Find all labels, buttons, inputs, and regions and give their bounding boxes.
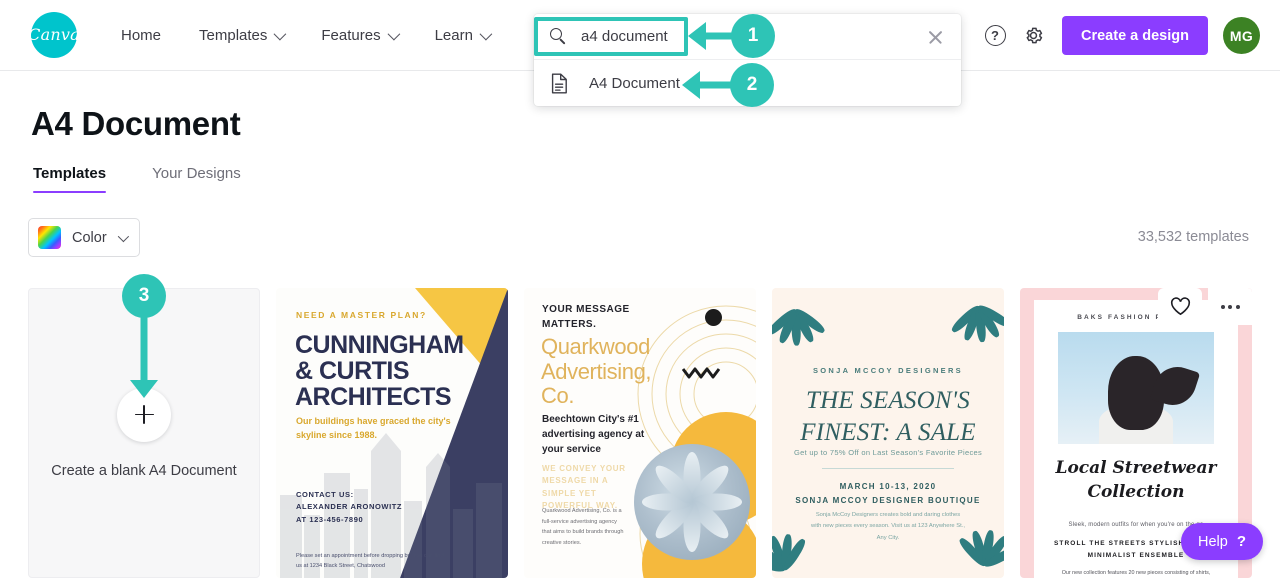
help-fab-label: Help bbox=[1198, 533, 1228, 550]
quarkwood-title: Quarkwood Advertising, Co. bbox=[541, 334, 652, 409]
streetwear-title: Local Streetwear Collection bbox=[1055, 458, 1217, 503]
chevron-down-icon bbox=[387, 27, 400, 40]
create-a-design-button[interactable]: Create a design bbox=[1062, 16, 1208, 55]
nav-item-templates-label: Templates bbox=[199, 26, 268, 44]
quarkwood-kicker: YOUR MESSAGE MATTERS. bbox=[542, 304, 630, 330]
zigzag-graphic bbox=[682, 367, 721, 379]
canva-logo[interactable]: Canva bbox=[28, 12, 80, 58]
help-button[interactable]: ? bbox=[976, 17, 1014, 55]
template-card-architects[interactable]: NEED A MASTER PLAN? CUNNINGHAM & CURTIS … bbox=[276, 288, 508, 578]
architects-title: CUNNINGHAM & CURTIS ARCHITECTS bbox=[295, 331, 464, 411]
chevron-down-icon bbox=[273, 27, 287, 40]
streetwear-fine-print: Our new collection features 20 new piece… bbox=[1061, 570, 1211, 576]
tab-your-designs[interactable]: Your Designs bbox=[152, 165, 241, 193]
nav-item-learn-label: Learn bbox=[434, 26, 473, 44]
architects-fine-print: Please set an appointment before droppin… bbox=[296, 553, 444, 570]
nav-item-features[interactable]: Features bbox=[321, 21, 400, 50]
canva-logo-text: Canva bbox=[28, 24, 80, 44]
search-input[interactable] bbox=[581, 14, 881, 59]
tab-your-designs-label: Your Designs bbox=[152, 165, 241, 182]
search-row bbox=[534, 14, 961, 59]
tab-templates[interactable]: Templates bbox=[33, 165, 107, 193]
clear-search-icon[interactable] bbox=[926, 27, 945, 46]
architects-contact: CONTACT US: ALEXANDER ARONOWITZ AT 123-4… bbox=[296, 489, 403, 524]
help-fab-question-icon: ? bbox=[1236, 533, 1246, 550]
architects-kicker: NEED A MASTER PLAN? bbox=[296, 310, 427, 320]
page-title: A4 Document bbox=[31, 105, 241, 142]
quarkwood-fine-print: Quarkwood Advertising, Co. is a full-ser… bbox=[542, 508, 624, 546]
color-swatch-icon bbox=[38, 226, 61, 249]
season-date: MARCH 10-13, 2020 SONJA MCCOY DESIGNER B… bbox=[795, 482, 981, 506]
create-blank-label: Create a blank A4 Document bbox=[51, 462, 237, 479]
search-icon bbox=[550, 28, 567, 45]
favorite-button[interactable] bbox=[1158, 288, 1202, 325]
canva-template-search-page: Canva Home Templates Features Learn ? Cr… bbox=[0, 0, 1280, 578]
plus-icon[interactable] bbox=[117, 387, 171, 442]
season-subtitle: Get up to 75% Off on Last Season's Favor… bbox=[793, 448, 983, 457]
black-dot-shape bbox=[705, 309, 722, 326]
architects-subtitle: Our buildings have graced the city's sky… bbox=[296, 416, 451, 440]
create-blank-document-card[interactable]: Create a blank A4 Document bbox=[28, 288, 260, 578]
gear-icon bbox=[1026, 27, 1042, 44]
nav-item-home[interactable]: Home bbox=[121, 21, 161, 50]
nav-item-learn[interactable]: Learn bbox=[434, 21, 493, 50]
chevron-down-icon bbox=[479, 27, 493, 40]
template-card-season-sale[interactable]: SONJA MCCOY DESIGNERS THE SEASON'S FINES… bbox=[772, 288, 1004, 578]
season-kicker: SONJA MCCOY DESIGNERS bbox=[813, 366, 963, 375]
palm-leaf-graphic bbox=[940, 288, 1004, 348]
more-options-button[interactable] bbox=[1208, 288, 1252, 325]
main-nav: Home Templates Features Learn bbox=[121, 21, 527, 50]
content-tabs: Templates Your Designs bbox=[33, 165, 241, 193]
question-mark-icon: ? bbox=[984, 25, 1006, 46]
tab-templates-label: Templates bbox=[33, 165, 107, 182]
help-floating-button[interactable]: Help ? bbox=[1181, 523, 1263, 560]
streetwear-photo bbox=[1058, 332, 1214, 444]
search-suggestion-a4-document[interactable]: A4 Document bbox=[534, 60, 961, 106]
more-options-icon bbox=[1220, 304, 1240, 309]
season-fine-print: Sonja McCoy Designers creates bold and d… bbox=[811, 512, 965, 541]
nav-item-home-label: Home bbox=[121, 26, 162, 44]
card-hover-actions bbox=[1158, 288, 1252, 325]
succulent-photo bbox=[634, 444, 750, 560]
chevron-down-icon bbox=[117, 230, 129, 242]
season-title: THE SEASON'S FINEST: A SALE bbox=[800, 387, 976, 446]
search-area: A4 Document bbox=[534, 14, 961, 106]
nav-item-templates[interactable]: Templates bbox=[199, 21, 287, 50]
nav-item-features-label: Features bbox=[321, 26, 381, 44]
search-panel: A4 Document bbox=[534, 14, 961, 106]
season-divider bbox=[822, 468, 954, 469]
heart-icon bbox=[1170, 297, 1190, 316]
color-filter-label: Color bbox=[72, 229, 107, 246]
color-filter-button[interactable]: Color bbox=[28, 218, 140, 257]
template-count: 33,532 templates bbox=[1137, 229, 1249, 245]
header-actions: ? Create a design MG bbox=[976, 0, 1260, 71]
document-icon bbox=[551, 73, 568, 94]
user-avatar[interactable]: MG bbox=[1223, 17, 1260, 54]
settings-button[interactable] bbox=[1014, 17, 1052, 55]
quarkwood-subtitle: Beechtown City's #1 advertising agency a… bbox=[542, 414, 645, 455]
template-grid: Create a blank A4 Document NEED A MASTER… bbox=[28, 288, 1252, 578]
palm-leaf-graphic bbox=[772, 288, 831, 349]
search-suggestion-label: A4 Document bbox=[589, 74, 680, 92]
template-card-quarkwood[interactable]: YOUR MESSAGE MATTERS. Quarkwood Advertis… bbox=[524, 288, 756, 578]
